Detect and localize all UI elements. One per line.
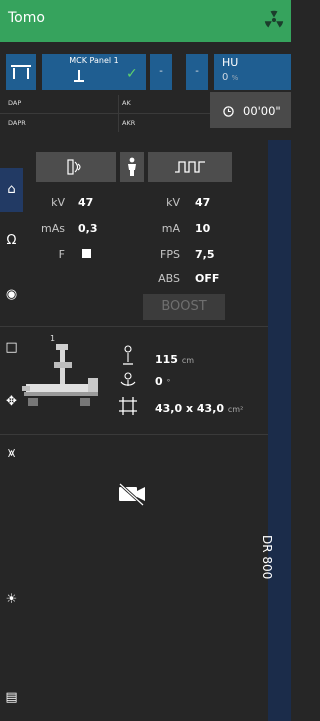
sid-icon xyxy=(123,345,133,365)
right-sidebar xyxy=(268,140,291,721)
square-icon: □ xyxy=(5,340,18,355)
ma-value[interactable]: 10 xyxy=(195,222,210,235)
table-button[interactable] xyxy=(6,54,36,90)
divider xyxy=(0,434,268,435)
collimator-icon: ⩙ xyxy=(7,446,16,461)
kv-value-right[interactable]: 47 xyxy=(195,196,210,209)
clock-icon xyxy=(223,106,234,117)
home-icon: ⌂ xyxy=(7,182,16,197)
divider xyxy=(0,326,268,327)
kv-value-left[interactable]: 47 xyxy=(78,196,93,209)
field-size-icon xyxy=(119,397,137,415)
akr-label: AKR xyxy=(122,119,136,127)
exposure-timer: 00'00" xyxy=(210,92,291,128)
detector-panel-button[interactable]: MCK Panel 1 ✓ xyxy=(42,54,146,90)
camera-off-icon[interactable] xyxy=(117,482,147,506)
fps-label: FPS xyxy=(160,248,180,261)
xray-system-image xyxy=(22,344,98,406)
frame-button[interactable]: □ xyxy=(0,340,23,355)
mode-title: Tomo xyxy=(8,10,45,26)
angle-readout: 0 ° xyxy=(155,375,171,388)
move-button[interactable]: ✥ xyxy=(0,394,23,409)
patient-icon: Ω xyxy=(6,233,17,248)
dap-label: DAP xyxy=(8,99,22,107)
pulse-icon xyxy=(175,161,205,173)
focus-label: F xyxy=(58,248,65,261)
divider xyxy=(118,95,119,132)
abs-value[interactable]: OFF xyxy=(195,272,219,285)
check-icon: ✓ xyxy=(126,66,138,82)
dose-grid: DAP DAPR AK AKR xyxy=(0,95,210,132)
radiation-icon xyxy=(264,10,284,28)
focus-square-icon[interactable] xyxy=(82,249,91,258)
mas-value[interactable]: 0,3 xyxy=(78,222,98,235)
detector-model-label: DR 800 xyxy=(260,535,274,580)
panel-slot-b[interactable]: - xyxy=(186,54,208,90)
notes-button[interactable]: ▤ xyxy=(0,690,23,705)
hu-label: HU xyxy=(222,56,239,69)
patient-button[interactable]: Ω xyxy=(0,233,23,248)
table-icon xyxy=(11,65,31,79)
detector-label: MCK Panel 1 xyxy=(69,56,119,65)
home-button[interactable]: ⌂ xyxy=(0,168,23,212)
field-size-readout: 43,0 x 43,0 cm² xyxy=(155,402,244,415)
collimator-button[interactable]: ⩙ xyxy=(0,446,23,461)
detector-icon xyxy=(74,70,84,82)
sid-readout: 115 cm xyxy=(155,353,195,366)
divider xyxy=(0,113,210,114)
eye-icon: ◉ xyxy=(5,287,18,302)
timer-value: 00'00" xyxy=(243,104,281,118)
detector-bar: MCK Panel 1 ✓ - - HU 0 % xyxy=(0,54,291,90)
note-icon: ▤ xyxy=(5,690,18,705)
light-button[interactable]: ☀ xyxy=(0,592,23,607)
light-icon: ☀ xyxy=(5,592,18,607)
person-icon xyxy=(128,157,136,176)
dapr-label: DAPR xyxy=(8,119,26,127)
angle-icon xyxy=(120,372,136,386)
abs-label: ABS xyxy=(158,272,180,285)
move-icon: ✥ xyxy=(6,394,17,409)
hu-value: 0 % xyxy=(222,72,239,83)
heat-units: HU 0 % xyxy=(214,54,291,90)
kv-label-right: kV xyxy=(166,196,180,209)
ma-label: mA xyxy=(161,222,180,235)
view-button[interactable]: ◉ xyxy=(0,287,23,302)
filter-icon xyxy=(67,159,81,175)
pulse-mode-button[interactable] xyxy=(148,152,232,182)
app-header: Tomo xyxy=(0,0,291,42)
ak-label: AK xyxy=(122,99,131,107)
panel-slot-a[interactable]: - xyxy=(150,54,172,90)
patient-mode-button[interactable] xyxy=(120,152,144,182)
filter-mode-button[interactable] xyxy=(36,152,116,182)
boost-button[interactable]: BOOST xyxy=(143,294,225,320)
fps-value[interactable]: 7,5 xyxy=(195,248,215,261)
